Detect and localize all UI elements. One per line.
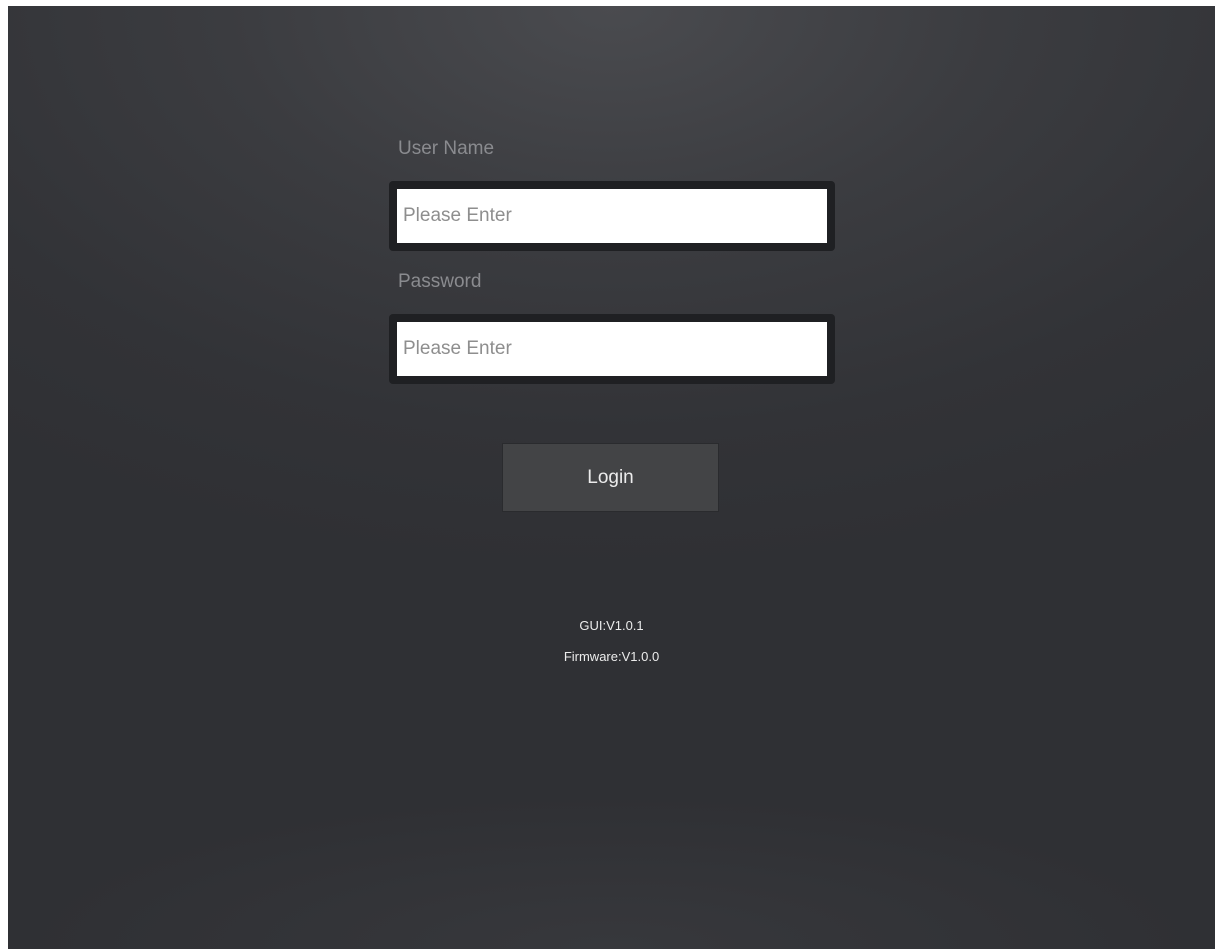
username-input[interactable] bbox=[397, 189, 827, 243]
password-field-frame bbox=[389, 314, 835, 384]
username-field-frame bbox=[389, 181, 835, 251]
login-button[interactable]: Login bbox=[502, 443, 719, 512]
username-label: User Name bbox=[398, 138, 495, 159]
password-label: Password bbox=[398, 271, 482, 292]
login-form: User Name Password bbox=[389, 136, 835, 384]
firmware-version-text: Firmware:V1.0.0 bbox=[563, 649, 660, 664]
login-screen: User Name Password Login GUI:V1.0.1 Firm… bbox=[8, 6, 1215, 949]
password-input[interactable] bbox=[397, 322, 827, 376]
gui-version-text: GUI:V1.0.1 bbox=[579, 618, 644, 633]
